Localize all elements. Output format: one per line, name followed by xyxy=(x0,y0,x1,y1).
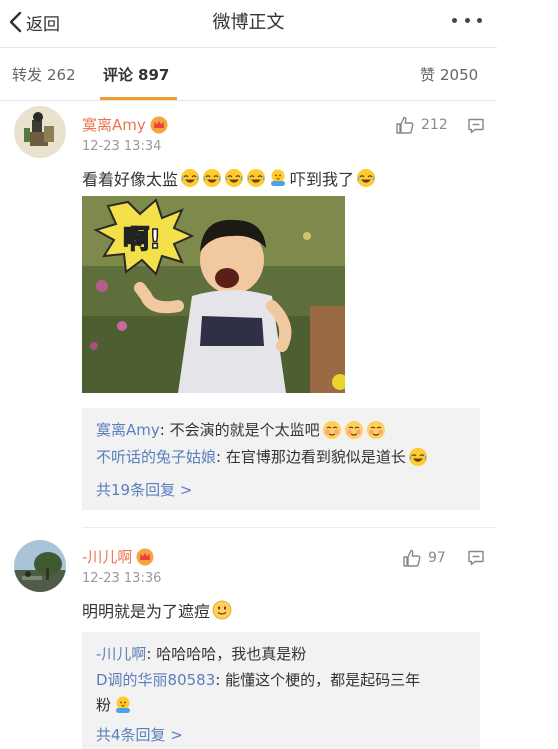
reply-text: 在官博那边看到貌似是道长 xyxy=(225,448,406,466)
shy-emoji-icon xyxy=(322,420,341,439)
thumbs-up-icon xyxy=(396,116,414,134)
more-dots-icon[interactable] xyxy=(452,18,482,26)
weibo-post-page: 返回 微博正文 转发 262 评论 897 赞 2050 寞离Amy 12-23… xyxy=(0,0,497,749)
shy-emoji-icon xyxy=(366,420,385,439)
laugh-cry-emoji-icon xyxy=(408,447,427,466)
comment-text: 明明就是为了遮痘 xyxy=(82,598,232,622)
reply-username[interactable]: D调的华丽80583 xyxy=(96,669,215,690)
tab-likes-label: 赞 xyxy=(420,66,436,84)
reply-username[interactable]: 寞离Amy xyxy=(96,419,160,440)
reply-line[interactable]: -川儿啊: 哈哈哈哈，我也真是粉 xyxy=(96,643,306,664)
tab-comments-count: 897 xyxy=(138,66,170,84)
avatar[interactable] xyxy=(14,540,66,592)
tab-comments[interactable]: 评论 897 xyxy=(103,64,169,85)
like-button[interactable]: 212 xyxy=(395,115,448,135)
view-all-replies-link[interactable]: 共4条回复 > xyxy=(96,724,183,745)
laugh-cry-emoji-icon xyxy=(357,169,376,187)
reply-username[interactable]: -川儿啊 xyxy=(96,643,146,664)
reply-text: 不会演的就是个太监吧 xyxy=(169,421,320,439)
comment-time: 12-23 13:36 xyxy=(82,571,162,586)
thumbs-up-icon xyxy=(403,549,421,567)
page-margin xyxy=(497,0,558,749)
laugh-cry-emoji-icon xyxy=(181,169,200,187)
tab-comments-label: 评论 xyxy=(103,66,134,84)
reply-text: 粉 xyxy=(96,696,112,714)
sweat-emoji-icon xyxy=(271,169,286,186)
tab-reposts-label: 转发 xyxy=(12,66,43,84)
view-all-replies-link[interactable]: 共19条回复 > xyxy=(96,479,192,500)
avatar[interactable] xyxy=(14,106,66,158)
reply-comment-icon[interactable] xyxy=(467,117,485,135)
comment-divider xyxy=(82,527,497,528)
tabs-divider xyxy=(0,100,497,101)
comment-text: 看着好像太监 吓到我了 xyxy=(82,166,376,190)
image-caption-text: 啊! xyxy=(123,225,161,255)
laugh-cry-emoji-icon xyxy=(247,169,266,187)
replies-box: -川儿啊: 哈哈哈哈，我也真是粉 D调的华丽80583: 能懂这个梗的，都是起码… xyxy=(82,632,480,749)
username-text: 寞离Amy xyxy=(82,116,146,134)
comment-text-part: 吓到我了 xyxy=(290,170,355,189)
tab-bar: 转发 262 评论 897 赞 2050 xyxy=(0,52,497,100)
sweat-emoji-icon xyxy=(116,696,131,713)
tab-likes[interactable]: 赞 2050 xyxy=(420,64,478,85)
like-button[interactable]: 97 xyxy=(402,548,446,568)
crown-badge-icon xyxy=(150,116,168,133)
laugh-cry-emoji-icon xyxy=(203,169,222,187)
like-count: 212 xyxy=(421,117,448,133)
header-divider xyxy=(0,47,497,48)
tab-reposts-count: 262 xyxy=(47,66,76,84)
reply-line-continued: 粉 xyxy=(96,694,133,715)
reply-line[interactable]: 不听话的兔子姑娘: 在官博那边看到貌似是道长 xyxy=(96,446,428,467)
laugh-cry-emoji-icon xyxy=(225,169,244,187)
tab-likes-count: 2050 xyxy=(440,66,479,84)
page-title: 微博正文 xyxy=(212,12,285,33)
comment-username[interactable]: 寞离Amy xyxy=(82,114,168,135)
username-text: -川儿啊 xyxy=(82,548,133,566)
comment-image[interactable]: 啊! xyxy=(82,196,345,393)
like-count: 97 xyxy=(428,550,446,566)
reply-username[interactable]: 不听话的兔子姑娘 xyxy=(96,446,216,467)
comment-time: 12-23 13:34 xyxy=(82,139,162,154)
comment-text-part: 看着好像太监 xyxy=(82,170,179,189)
replies-box: 寞离Amy: 不会演的就是个太监吧 不听话的兔子姑娘: 在官博那边看到貌似是道长… xyxy=(82,408,480,510)
tab-reposts[interactable]: 转发 262 xyxy=(12,64,76,85)
comment-text-part: 明明就是为了遮痘 xyxy=(82,602,211,621)
crown-badge-icon xyxy=(136,548,154,565)
reply-comment-icon[interactable] xyxy=(467,549,485,567)
smile-emoji-icon xyxy=(212,600,232,620)
shy-emoji-icon xyxy=(344,420,363,439)
comment-username[interactable]: -川儿啊 xyxy=(82,546,154,567)
reply-text: 哈哈哈哈，我也真是粉 xyxy=(156,645,307,663)
top-nav-bar: 返回 微博正文 xyxy=(0,0,497,44)
reply-text: 能懂这个梗的，都是起码三年 xyxy=(225,671,421,689)
reply-line[interactable]: 寞离Amy: 不会演的就是个太监吧 xyxy=(96,419,386,440)
reply-line[interactable]: D调的华丽80583: 能懂这个梗的，都是起码三年 xyxy=(96,669,420,690)
